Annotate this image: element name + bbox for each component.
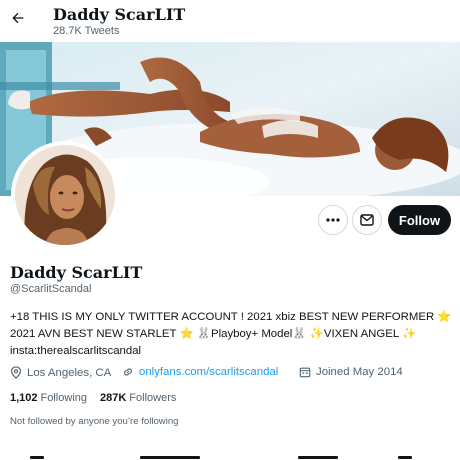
bio-instagram-link[interactable]: insta:therealscarlitscandal <box>10 343 456 360</box>
website-item: onlyfans.com/scarlitscandal <box>122 366 278 378</box>
more-horizontal-icon <box>326 218 340 222</box>
profile-tabs-peek <box>0 452 460 460</box>
following-label: Following <box>40 392 87 404</box>
back-arrow-icon[interactable] <box>6 6 30 30</box>
location-text: Los Angeles, CA <box>27 366 112 379</box>
followers-label: Followers <box>129 392 177 404</box>
tab-stub[interactable] <box>140 456 200 459</box>
header-tweet-count: 28.7K Tweets <box>53 25 120 37</box>
avatar[interactable] <box>11 141 119 249</box>
followers-stat[interactable]: 287K Followers <box>100 392 176 404</box>
location-item: Los Angeles, CA <box>10 366 111 379</box>
joined-item: Joined May 2014 <box>299 366 403 378</box>
follow-button[interactable]: Follow <box>388 205 451 235</box>
tab-stub[interactable] <box>298 456 338 459</box>
location-pin-icon <box>10 366 22 379</box>
bio-line: +18 THIS IS MY ONLY TWITTER ACCOUNT ! 20… <box>10 311 452 323</box>
top-bar: Daddy ScarLIT 28.7K Tweets <box>0 0 460 42</box>
following-count: 1,102 <box>10 392 38 404</box>
website-link[interactable]: onlyfans.com/scarlitscandal <box>139 366 278 378</box>
calendar-icon <box>299 367 311 378</box>
joined-text: Joined May 2014 <box>316 366 403 378</box>
profile-display-name: Daddy ScarLIT <box>10 263 143 282</box>
tab-stub[interactable] <box>398 456 412 459</box>
header-name: Daddy ScarLIT <box>53 5 186 24</box>
link-icon <box>124 368 132 376</box>
message-button[interactable] <box>352 205 382 235</box>
bio-line: 2021 AVN BEST NEW STARLET ⭐ 🐰Playboy+ Mo… <box>10 328 417 340</box>
profile-handle: @ScarlitScandal <box>10 283 92 295</box>
followers-count: 287K <box>100 392 127 404</box>
profile-bio: +18 THIS IS MY ONLY TWITTER ACCOUNT ! 20… <box>10 309 456 360</box>
not-followed-text: Not followed by anyone you’re following <box>10 416 179 427</box>
following-stat[interactable]: 1,102 Following <box>10 392 87 404</box>
tab-stub[interactable] <box>30 456 44 459</box>
more-options-button[interactable] <box>318 205 348 235</box>
profile-meta: Los Angeles, CA onlyfans.com/scarlitscan… <box>10 366 456 382</box>
mail-icon <box>360 214 374 226</box>
